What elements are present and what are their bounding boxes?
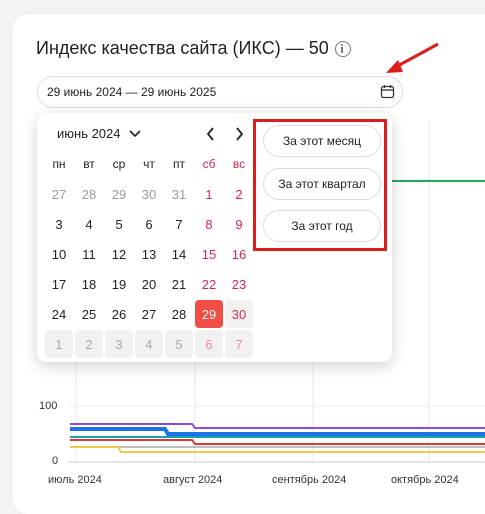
calendar-day[interactable]: 15 <box>195 240 223 268</box>
calendar-day-disabled: 3 <box>105 330 133 358</box>
calendar-day[interactable]: 9 <box>225 210 253 238</box>
calendar-day[interactable]: 24 <box>45 300 73 328</box>
x-tick-oct: октябрь 2024 <box>391 474 459 486</box>
calendar-day[interactable]: 23 <box>225 270 253 298</box>
prev-month-chevron-left-icon[interactable] <box>203 126 219 142</box>
calendar-day[interactable]: 10 <box>45 240 73 268</box>
calendar-day[interactable]: 8 <box>195 210 223 238</box>
calendar-day[interactable]: 29 <box>105 180 133 208</box>
preset-year-button[interactable]: За этот год <box>263 210 381 242</box>
calendar-day[interactable]: 17 <box>45 270 73 298</box>
x-tick-sep: сентябрь 2024 <box>272 474 347 486</box>
calendar-day[interactable]: 22 <box>195 270 223 298</box>
calendar-day-disabled: 1 <box>45 330 73 358</box>
chevron-down-icon <box>128 129 141 137</box>
preset-quarter-button[interactable]: За этот квартал <box>263 168 381 200</box>
calendar-day[interactable]: 18 <box>75 270 103 298</box>
calendar-day[interactable]: 11 <box>75 240 103 268</box>
calendar-grid: пн вт ср чт пт сб вс 27 28 29 30 31 1 2 … <box>44 149 254 359</box>
calendar-day-selected[interactable]: 29 <box>195 300 223 328</box>
weekday-header: чт <box>143 157 155 171</box>
calendar-day-range[interactable]: 30 <box>225 300 253 328</box>
calendar-day[interactable]: 6 <box>135 210 163 238</box>
month-select[interactable]: июнь 2024 <box>57 126 141 141</box>
calendar-day[interactable]: 16 <box>225 240 253 268</box>
weekday-header: сб <box>202 157 216 171</box>
calendar-day[interactable]: 3 <box>45 210 73 238</box>
calendar-day[interactable]: 14 <box>165 240 193 268</box>
calendar-day[interactable]: 1 <box>195 180 223 208</box>
calendar-day-disabled: 7 <box>225 330 253 358</box>
x-tick-aug: август 2024 <box>163 474 223 486</box>
calendar-day[interactable]: 27 <box>45 180 73 208</box>
calendar-day[interactable]: 31 <box>165 180 193 208</box>
calendar-day[interactable]: 27 <box>135 300 163 328</box>
weekday-header: ср <box>112 157 126 171</box>
calendar-day[interactable]: 30 <box>135 180 163 208</box>
x-tick-jul: июль 2024 <box>48 474 102 486</box>
calendar-day[interactable]: 19 <box>105 270 133 298</box>
calendar-day[interactable]: 21 <box>165 270 193 298</box>
calendar-day[interactable]: 28 <box>165 300 193 328</box>
calendar-day[interactable]: 20 <box>135 270 163 298</box>
calendar-day-disabled: 6 <box>195 330 223 358</box>
calendar-day[interactable]: 7 <box>165 210 193 238</box>
calendar-day-disabled: 5 <box>165 330 193 358</box>
calendar-day[interactable]: 25 <box>75 300 103 328</box>
next-month-chevron-right-icon[interactable] <box>231 126 247 142</box>
calendar-day-disabled: 2 <box>75 330 103 358</box>
calendar-day-disabled: 4 <box>135 330 163 358</box>
calendar-day[interactable]: 12 <box>105 240 133 268</box>
calendar-day[interactable]: 13 <box>135 240 163 268</box>
weekday-header: вс <box>232 157 246 171</box>
y-tick-0: 0 <box>52 455 59 467</box>
calendar-day[interactable]: 2 <box>225 180 253 208</box>
month-label: июнь 2024 <box>57 126 121 141</box>
series-line-red <box>70 439 485 445</box>
calendar-day[interactable]: 28 <box>75 180 103 208</box>
calendar-day[interactable]: 26 <box>105 300 133 328</box>
calendar-day[interactable]: 5 <box>105 210 133 238</box>
weekday-header: вт <box>83 157 95 171</box>
preset-highlight-box: За этот месяц За этот квартал За этот го… <box>253 119 387 251</box>
calendar-day[interactable]: 4 <box>75 210 103 238</box>
weekday-header: пн <box>52 157 66 171</box>
series-line-blue <box>70 427 485 436</box>
preset-month-button[interactable]: За этот месяц <box>263 125 381 157</box>
weekday-header: пт <box>173 157 185 171</box>
y-tick-100: 100 <box>39 400 58 412</box>
